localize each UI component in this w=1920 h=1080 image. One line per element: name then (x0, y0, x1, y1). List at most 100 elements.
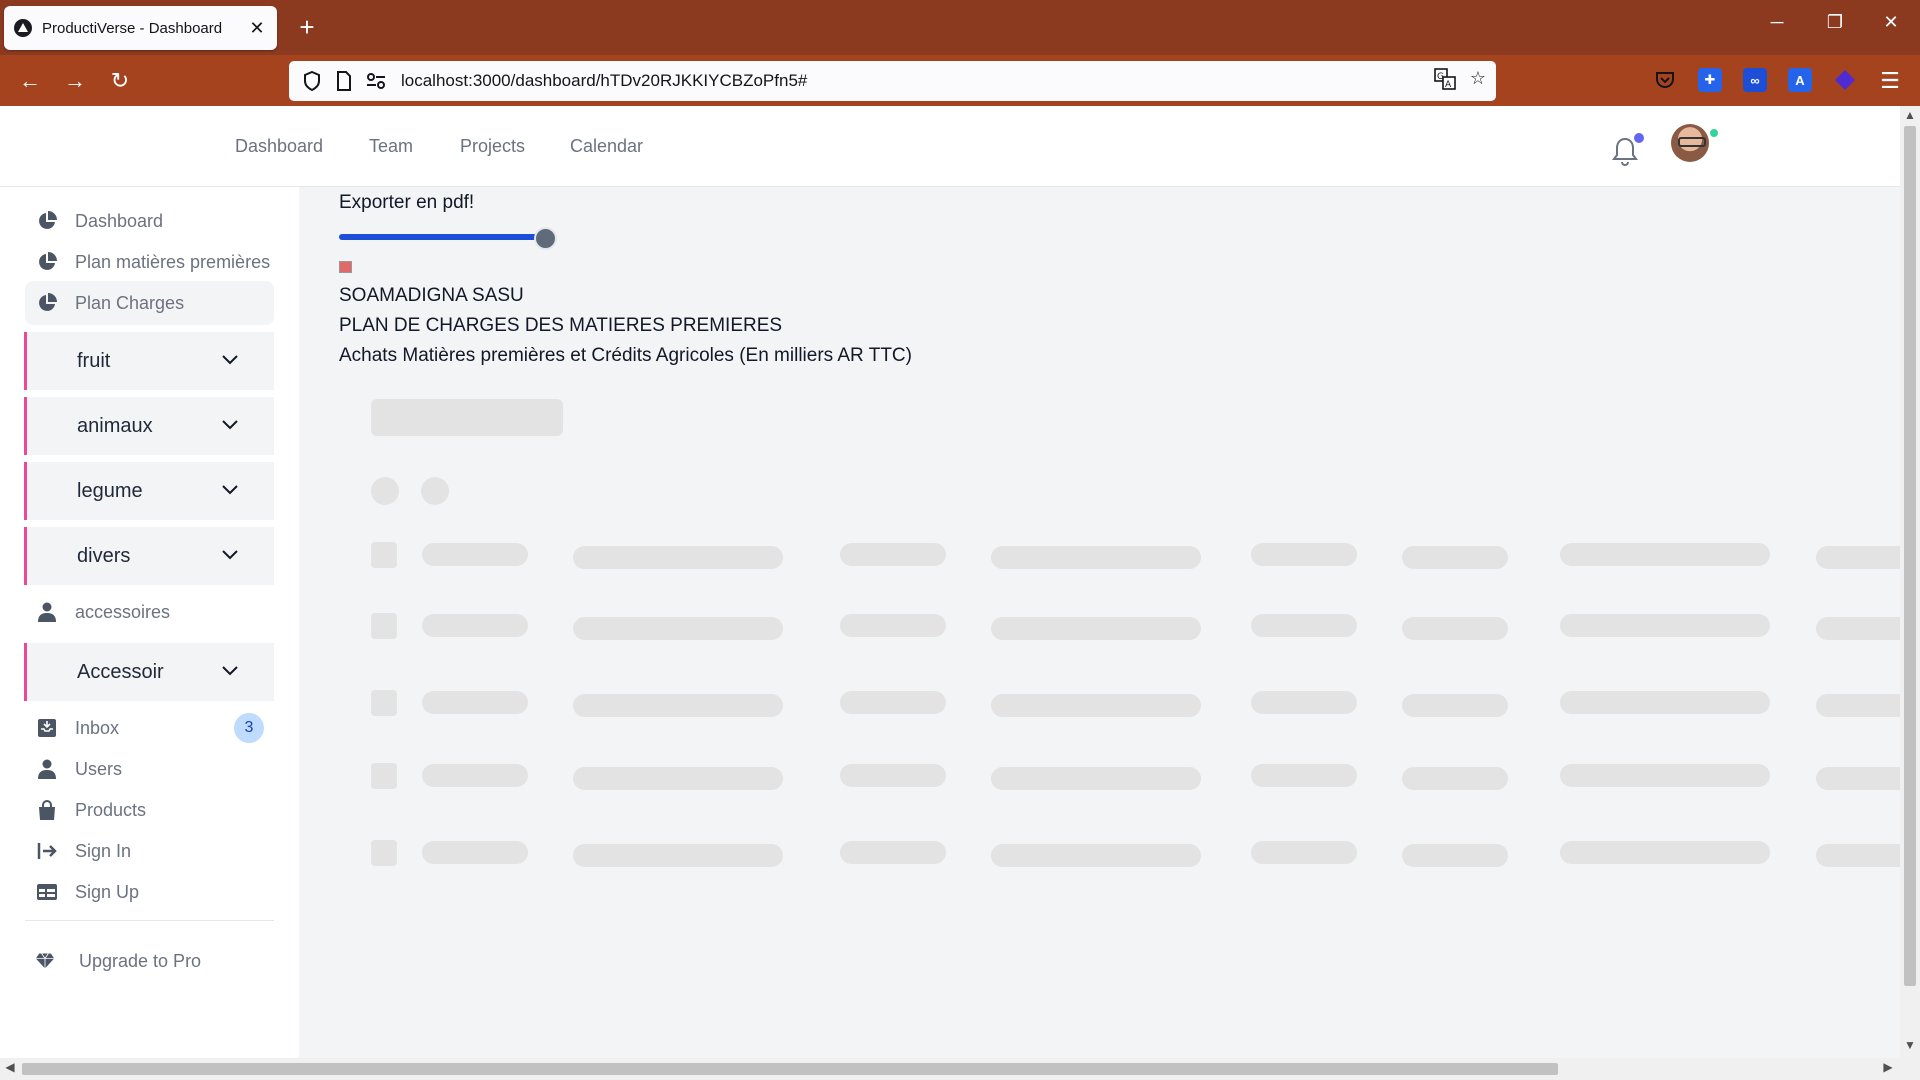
sidebar-item-sign-up[interactable]: Sign Up (25, 870, 274, 914)
online-status-dot (1708, 127, 1720, 139)
user-icon (37, 602, 57, 622)
notification-dot (1634, 133, 1644, 143)
sidebar-item-accessoires[interactable]: accessoires (25, 590, 274, 634)
skeleton-cell (840, 764, 946, 787)
sidebar-item-plan-matieres[interactable]: Plan matières premières (25, 240, 274, 284)
sidebar-item-inbox[interactable]: Inbox 3 (25, 706, 274, 750)
app-favicon-icon (14, 19, 32, 37)
url-bar[interactable]: localhost:3000/dashboard/hTDv20RJKKIYCBZ… (289, 61, 1496, 101)
dropdown-legume[interactable]: legume (24, 462, 274, 520)
skeleton-checkbox (371, 542, 397, 568)
skeleton-cell (840, 841, 946, 864)
nav-link-team[interactable]: Team (369, 136, 413, 157)
plan-title: PLAN DE CHARGES DES MATIERES PREMIERES (339, 315, 783, 336)
chevron-down-icon (222, 482, 242, 500)
skeleton-cell (573, 694, 783, 717)
skeleton-cell (573, 546, 783, 569)
skeleton-cell (1560, 764, 1770, 787)
browser-titlebar: ProductiVerse - Dashboard ✕ + ─ ❐ ✕ (0, 0, 1920, 55)
browser-tab[interactable]: ProductiVerse - Dashboard ✕ (4, 6, 277, 50)
skeleton-cell (1402, 694, 1508, 717)
user-icon (37, 759, 57, 779)
chevron-down-icon (222, 417, 242, 435)
sidebar-item-label: Sign Up (75, 881, 140, 902)
shield-icon[interactable] (299, 68, 325, 94)
close-tab-icon[interactable]: ✕ (247, 18, 267, 39)
back-button[interactable]: ← (14, 65, 46, 97)
horizontal-scrollbar[interactable]: ◀ ▶ (0, 1058, 1920, 1080)
skeleton-cell (1251, 691, 1357, 714)
sidebar-item-plan-charges[interactable]: Plan Charges (25, 281, 274, 325)
reload-button[interactable]: ↻ (104, 65, 136, 97)
pie-chart-icon (37, 211, 57, 231)
export-pdf-label[interactable]: Exporter en pdf! (339, 192, 474, 214)
skeleton-checkbox (371, 690, 397, 716)
menu-icon[interactable]: ☰ (1874, 65, 1906, 97)
sidebar-divider (25, 920, 274, 921)
sidebar-item-label: Sign In (75, 840, 132, 861)
user-avatar[interactable] (1671, 124, 1709, 162)
horizontal-scroll-thumb[interactable] (22, 1063, 1558, 1075)
page-viewport: Dashboard Team Projects Calendar Dashboa… (0, 106, 1900, 1058)
sidebar-item-label: Inbox (75, 717, 120, 738)
sidebar-item-sign-in[interactable]: Sign In (25, 829, 274, 873)
dropdown-label: animaux (77, 414, 153, 437)
sidebar-item-label: Plan Charges (75, 292, 185, 313)
pocket-icon[interactable] (1653, 68, 1677, 92)
chevron-down-icon (222, 547, 242, 565)
scroll-down-icon[interactable]: ▼ (1900, 1038, 1920, 1056)
skeleton-cell (422, 841, 528, 864)
url-text[interactable]: localhost:3000/dashboard/hTDv20RJKKIYCBZ… (401, 71, 1434, 91)
nav-link-projects[interactable]: Projects (460, 136, 525, 157)
translate-icon[interactable]: GA (1434, 67, 1456, 95)
upgrade-to-pro-link[interactable]: Upgrade to Pro (25, 939, 274, 983)
slider-track (339, 234, 542, 240)
sign-in-icon (37, 841, 57, 861)
vertical-scroll-thumb[interactable] (1904, 126, 1916, 986)
permissions-icon[interactable] (363, 68, 389, 94)
nav-link-dashboard[interactable]: Dashboard (235, 136, 323, 157)
scroll-right-icon[interactable]: ▶ (1878, 1060, 1898, 1074)
extension-diamond-icon[interactable] (1833, 68, 1857, 92)
dropdown-divers[interactable]: divers (24, 527, 274, 585)
pie-chart-icon (37, 293, 57, 313)
page-icon[interactable] (331, 68, 357, 94)
bookmark-star-icon[interactable]: ☆ (1470, 68, 1486, 95)
dropdown-animaux[interactable]: animaux (24, 397, 274, 455)
skeleton-cell (1251, 543, 1357, 566)
forward-button[interactable]: → (59, 65, 91, 97)
tab-title: ProductiVerse - Dashboard (42, 19, 223, 37)
plan-subtitle: Achats Matières premières et Crédits Agr… (339, 345, 912, 366)
skeleton-cell (1816, 844, 1900, 867)
restore-icon[interactable]: ❐ (1820, 12, 1850, 33)
sidebar-item-users[interactable]: Users (25, 747, 274, 791)
dropdown-fruit[interactable]: fruit (24, 332, 274, 390)
skeleton-button (371, 399, 563, 436)
export-slider[interactable] (339, 226, 579, 250)
minimize-icon[interactable]: ─ (1762, 12, 1792, 33)
extension-translate-icon[interactable]: A (1788, 68, 1812, 92)
extension-infinity-icon[interactable]: ∞ (1743, 68, 1767, 92)
nav-link-calendar[interactable]: Calendar (570, 136, 643, 157)
new-tab-button[interactable]: + (292, 12, 322, 42)
dropdown-accessoir[interactable]: Accessoir (24, 643, 274, 701)
sidebar-item-products[interactable]: Products (25, 788, 274, 832)
extension-flag-icon[interactable]: ✚ (1698, 68, 1722, 92)
skeleton-cell (1251, 764, 1357, 787)
skeleton-checkbox (371, 763, 397, 789)
scroll-up-icon[interactable]: ▲ (1900, 108, 1920, 126)
dropdown-label: Accessoir (77, 660, 164, 683)
skeleton-cell (1402, 546, 1508, 569)
scroll-left-icon[interactable]: ◀ (0, 1060, 20, 1074)
vertical-scrollbar[interactable]: ▲ ▼ (1900, 106, 1920, 1058)
svg-text:G: G (1437, 72, 1444, 82)
slider-handle[interactable] (534, 227, 557, 250)
skeleton-cell (422, 691, 528, 714)
skeleton-cell (1816, 767, 1900, 790)
pie-chart-icon (37, 252, 57, 272)
skeleton-cell (840, 691, 946, 714)
sidebar-item-dashboard[interactable]: Dashboard (25, 199, 274, 243)
skeleton-cell (991, 694, 1201, 717)
dropdown-label: legume (77, 479, 143, 502)
close-window-icon[interactable]: ✕ (1876, 12, 1906, 33)
